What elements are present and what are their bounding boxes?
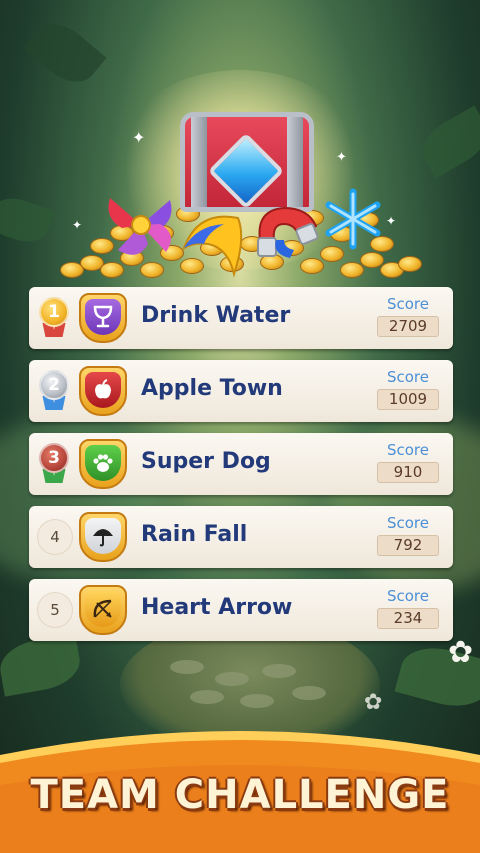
bow-arrow-icon [85,591,121,627]
score-value: 2709 [377,316,439,337]
team-badge [79,366,127,416]
team-name: Super Dog [141,449,271,474]
team-name: Apple Town [141,376,283,401]
team-name: Heart Arrow [141,595,293,620]
score-label: Score [386,514,429,532]
umbrella-icon [85,518,121,554]
banana-boomerang-icon [182,215,243,278]
sparkle-icon: ✦ [72,218,83,232]
magnet-icon [257,206,319,258]
flower-icon: ✿ [364,690,383,715]
stone [215,672,249,686]
score-label: Score [386,368,429,386]
team-name: Rain Fall [141,522,248,547]
rank-medal-silver: 2 [35,370,73,414]
team-badge [79,585,127,635]
rank-number: 5 [37,592,73,628]
paw-icon [85,445,121,481]
sparkle-icon: ✦ [336,150,347,165]
stone [170,660,204,674]
rank-medal-gold: 1 [35,297,73,341]
score-value: 792 [377,535,439,556]
team-badge [79,512,127,562]
leaderboard-row[interactable]: 2 Apple Town Score 1009 [29,360,453,422]
leaf [0,633,84,697]
team-badge [79,293,127,343]
rank-number: 4 [37,519,73,555]
leaderboard-row[interactable]: 5 Heart Arrow Score 234 [29,579,453,641]
leaderboard-row[interactable]: 3 Super Dog Score 910 [29,433,453,495]
score-label: Score [386,295,429,313]
apple-icon [85,372,121,408]
team-badge [79,439,127,489]
score-value: 910 [377,462,439,483]
leaderboard-row[interactable]: 4 Rain Fall Score 792 [29,506,453,568]
stone [190,690,224,704]
sparkle-icon: ✦ [132,128,146,147]
page-title: TEAM CHALLENGE [30,772,450,818]
score-value: 234 [377,608,439,629]
score-label: Score [386,587,429,605]
stone [240,694,274,708]
stone [292,686,326,700]
sparkle-icon: ✦ [386,214,397,228]
leaderboard-row[interactable]: 1 Drink Water Score 2709 [29,287,453,349]
score-value: 1009 [377,389,439,410]
goblet-icon [85,299,121,335]
score-label: Score [386,441,429,459]
rank-medal-bronze: 3 [35,443,73,487]
pinwheel-candy-icon [108,198,172,255]
treasure-pile: ✦ ✦ ✦ ✦ [0,0,480,300]
team-name: Drink Water [141,303,291,328]
flower-icon: ✿ [448,635,474,670]
stone [262,664,296,678]
snowflake-icon [325,188,381,250]
